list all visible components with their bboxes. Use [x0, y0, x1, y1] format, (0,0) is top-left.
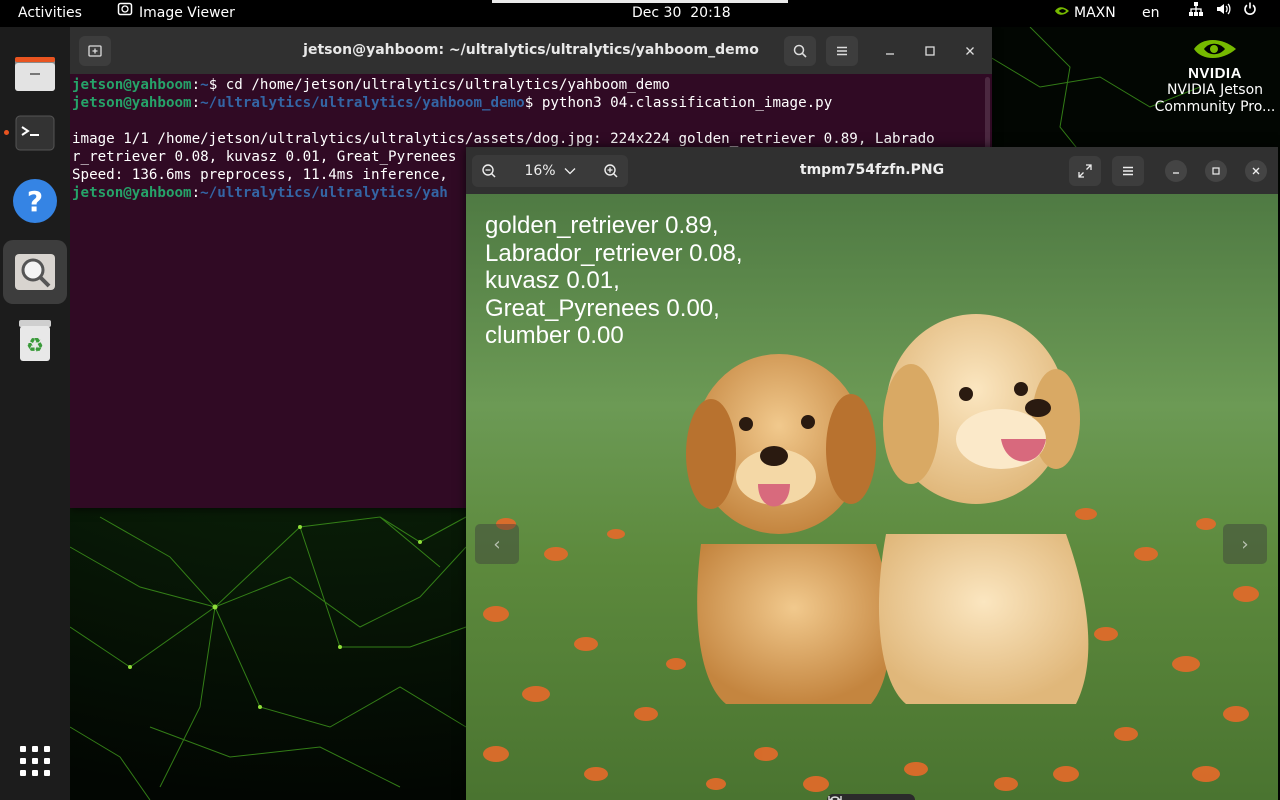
terminal-maximize-button[interactable]	[918, 39, 942, 63]
language-indicator[interactable]: en	[1142, 0, 1160, 27]
terminal-line-1: jetson@yahboom:~$ cd /home/jetson/ultral…	[72, 77, 670, 93]
close-icon	[966, 47, 974, 55]
nvidia-wordmark: NVIDIA	[1188, 65, 1242, 82]
dock-show-apps[interactable]	[3, 729, 67, 793]
power-mode-indicator[interactable]: MAXN	[1054, 0, 1116, 27]
viewer-close-button[interactable]	[1245, 160, 1267, 182]
next-image-button[interactable]: ›	[1223, 524, 1267, 564]
terminal-minimize-button[interactable]	[878, 39, 902, 63]
trash-icon: ♻	[19, 320, 51, 361]
prompt-path: ~/ultralytics/ultralytics/yah	[200, 185, 448, 201]
nvidia-desktop-logo[interactable]: NVIDIA NVIDIA Jetson Community Pro...	[1150, 35, 1280, 116]
prompt-user: jetson@yahboom	[72, 185, 192, 201]
fullscreen-button[interactable]	[1069, 156, 1101, 186]
image-canvas[interactable]: golden_retriever 0.89, Labrador_retrieve…	[466, 194, 1278, 800]
terminal-output-line: image 1/1 /home/jetson/ultralytics/ultra…	[72, 131, 935, 147]
dock-help[interactable]: ?	[3, 169, 67, 233]
dock-image-viewer[interactable]	[3, 240, 67, 304]
terminal-menu-button[interactable]	[826, 36, 858, 66]
terminal-icon	[15, 115, 55, 151]
overlay-line: Great_Pyrenees 0.00,	[485, 294, 720, 322]
rotate-right-icon	[829, 796, 842, 800]
volume-icon	[1215, 0, 1231, 27]
prompt-path: ~/ultralytics/ultralytics/yahboom_demo	[200, 95, 525, 111]
power-mode-label: MAXN	[1074, 5, 1116, 21]
app-menu[interactable]: Image Viewer	[117, 0, 235, 27]
clock-time: 20:18	[690, 5, 731, 21]
files-icon	[15, 57, 55, 91]
svg-text:♻: ♻	[26, 333, 44, 357]
system-tray[interactable]	[1188, 0, 1258, 27]
command-text: $ cd /home/jetson/ultralytics/ultralytic…	[208, 77, 670, 93]
dock-trash[interactable]: ♻	[3, 309, 67, 373]
search-icon	[793, 44, 807, 58]
help-icon: ?	[13, 179, 57, 223]
hamburger-menu-icon	[1123, 166, 1133, 176]
image-viewer-window[interactable]: 16% tmpm754fzfn.PNG golden_retriever 0.8…	[466, 147, 1278, 800]
nvidia-eye-icon	[1194, 40, 1236, 58]
top-bar: Activities Image Viewer Dec 30 20:18 MAX…	[0, 0, 1280, 27]
prompt-user: jetson@yahboom	[72, 77, 192, 93]
image-viewer-icon	[15, 254, 55, 290]
viewer-header[interactable]: 16% tmpm754fzfn.PNG	[466, 147, 1278, 194]
dock-files[interactable]	[3, 40, 67, 104]
hamburger-menu-icon	[837, 46, 847, 56]
viewer-minimize-button[interactable]	[1165, 160, 1187, 182]
terminal-close-button[interactable]	[958, 39, 982, 63]
overlay-line: Labrador_retriever 0.08,	[485, 239, 743, 267]
chevron-left-icon: ‹	[493, 533, 501, 555]
power-icon	[1242, 0, 1258, 27]
prompt-path: ~	[200, 77, 209, 93]
rotate-controls	[827, 794, 915, 800]
previous-image-button[interactable]: ‹	[475, 524, 519, 564]
dock-terminal[interactable]	[3, 101, 67, 165]
command-text: $ python3 04.classification_image.py	[524, 95, 833, 111]
prompt-user: jetson@yahboom	[72, 95, 192, 111]
clock-date: Dec 30	[632, 5, 682, 21]
app-menu-label: Image Viewer	[139, 5, 235, 21]
maximize-icon	[1212, 167, 1220, 175]
minimize-icon	[1173, 172, 1179, 174]
activities-button[interactable]: Activities	[18, 0, 82, 27]
fullscreen-icon	[1078, 164, 1092, 178]
overlay-line: kuvasz 0.01,	[485, 267, 620, 294]
network-icon	[1188, 0, 1204, 27]
desktop-label-line1: NVIDIA Jetson	[1166, 82, 1264, 98]
show-apps-icon	[20, 746, 50, 776]
desktop-label-line2: Community Pro...	[1154, 99, 1276, 115]
viewer-maximize-button[interactable]	[1205, 160, 1227, 182]
viewer-menu-button[interactable]	[1112, 156, 1144, 186]
viewer-title: tmpm754fzfn.PNG	[799, 162, 945, 178]
terminal-header[interactable]: jetson@yahboom: ~/ultralytics/ultralytic…	[70, 27, 992, 74]
terminal-search-button[interactable]	[784, 36, 816, 66]
svg-text:?: ?	[27, 185, 43, 218]
overlay-line: clumber 0.00	[485, 322, 624, 349]
overlay-line: golden_retriever 0.89,	[485, 212, 719, 239]
clock[interactable]: Dec 30 20:18	[632, 0, 731, 27]
maximize-icon	[925, 46, 935, 56]
terminal-line-2: jetson@yahboom:~/ultralytics/ultralytics…	[72, 95, 833, 111]
nvidia-icon	[1054, 0, 1070, 27]
image-viewer-app-icon	[117, 0, 133, 27]
chevron-right-icon: ›	[1241, 533, 1249, 555]
minimize-icon	[886, 53, 894, 55]
classification-overlay: golden_retriever 0.89, Labrador_retrieve…	[485, 212, 742, 350]
close-icon	[1252, 167, 1260, 175]
dock: ? ♻	[0, 27, 70, 800]
